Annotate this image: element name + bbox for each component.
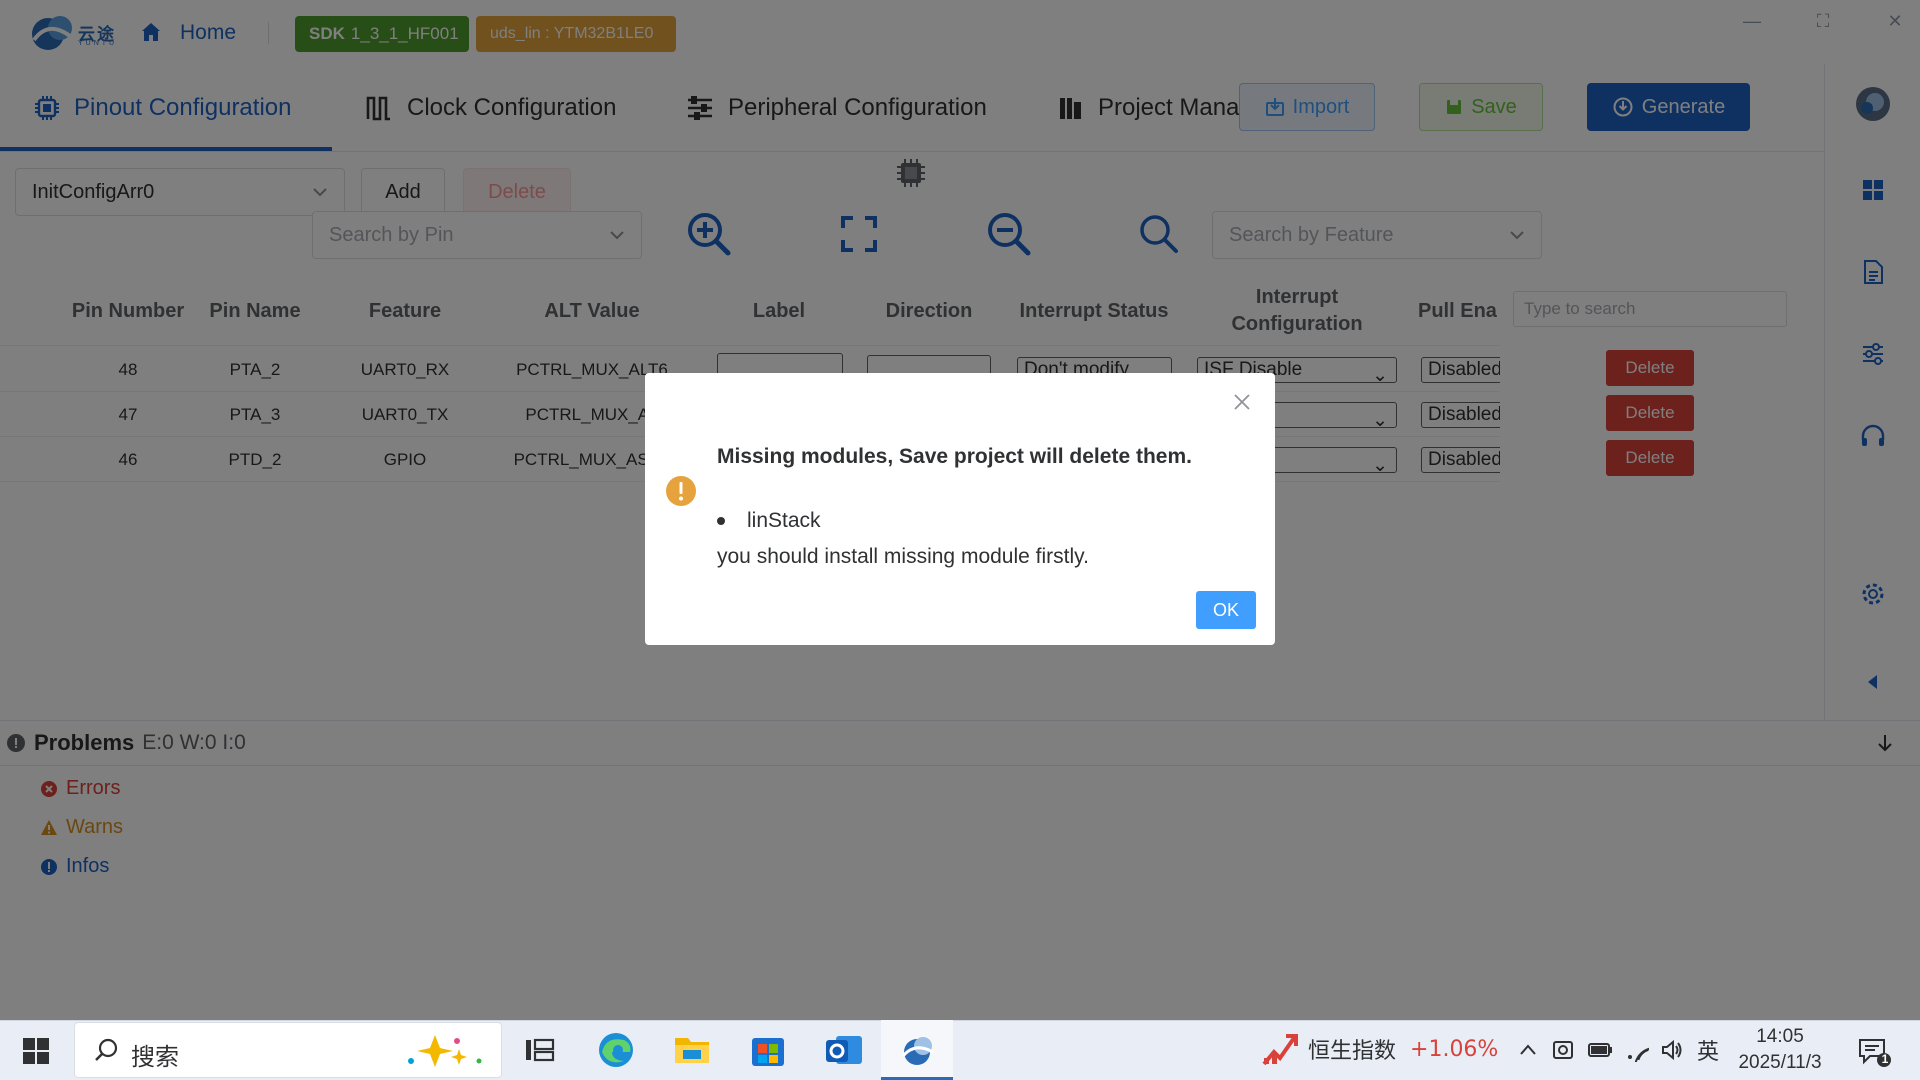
warning-icon xyxy=(666,476,696,506)
copilot-sparkle-icon[interactable] xyxy=(395,1031,491,1071)
wifi-icon[interactable] xyxy=(1625,1038,1649,1062)
missing-modules-dialog: Missing modules, Save project will delet… xyxy=(645,373,1275,645)
task-view-icon[interactable] xyxy=(518,1028,562,1072)
bullet-dot xyxy=(717,517,725,525)
search-icon xyxy=(95,1038,118,1061)
ok-button[interactable]: OK xyxy=(1196,591,1256,629)
stock-change: +1.06% xyxy=(1410,1036,1499,1062)
battery-icon[interactable] xyxy=(1587,1040,1613,1060)
missing-module-name: linStack xyxy=(747,509,821,532)
sync-tray-icon[interactable] xyxy=(1551,1038,1575,1062)
dialog-message: you should install missing module firstl… xyxy=(717,545,1089,568)
windows-start-icon[interactable] xyxy=(22,1037,50,1065)
clock-date: 2025/11/3 xyxy=(1738,1052,1822,1073)
close-icon[interactable] xyxy=(1231,391,1253,413)
stock-name: 恒生指数 xyxy=(1308,1039,1397,1064)
outlook-icon[interactable] xyxy=(822,1028,866,1072)
missing-module-item: linStack xyxy=(717,509,821,533)
clock-time: 14:05 xyxy=(1756,1026,1804,1047)
taskbar-search-box[interactable]: 搜索 xyxy=(74,1022,502,1078)
chevron-up-icon[interactable] xyxy=(1518,1040,1538,1060)
file-explorer-icon[interactable] xyxy=(670,1028,714,1072)
yuntu-config-app-icon[interactable] xyxy=(895,1028,939,1072)
edge-browser-icon[interactable] xyxy=(594,1028,638,1072)
dialog-title: Missing modules, Save project will delet… xyxy=(717,445,1192,468)
taskbar-search-text: 搜索 xyxy=(131,1043,179,1071)
input-method-indicator[interactable]: 英 xyxy=(1697,1034,1719,1066)
stock-widget[interactable]: 恒生指数 +1.06% xyxy=(1262,1032,1498,1066)
taskbar-clock[interactable]: 14:05 2025/11/3 xyxy=(1736,1024,1824,1076)
stock-trend-icon xyxy=(1262,1034,1298,1066)
volume-icon[interactable] xyxy=(1660,1038,1684,1062)
notification-count: 1 xyxy=(1881,1052,1889,1066)
microsoft-store-icon[interactable] xyxy=(746,1028,790,1072)
